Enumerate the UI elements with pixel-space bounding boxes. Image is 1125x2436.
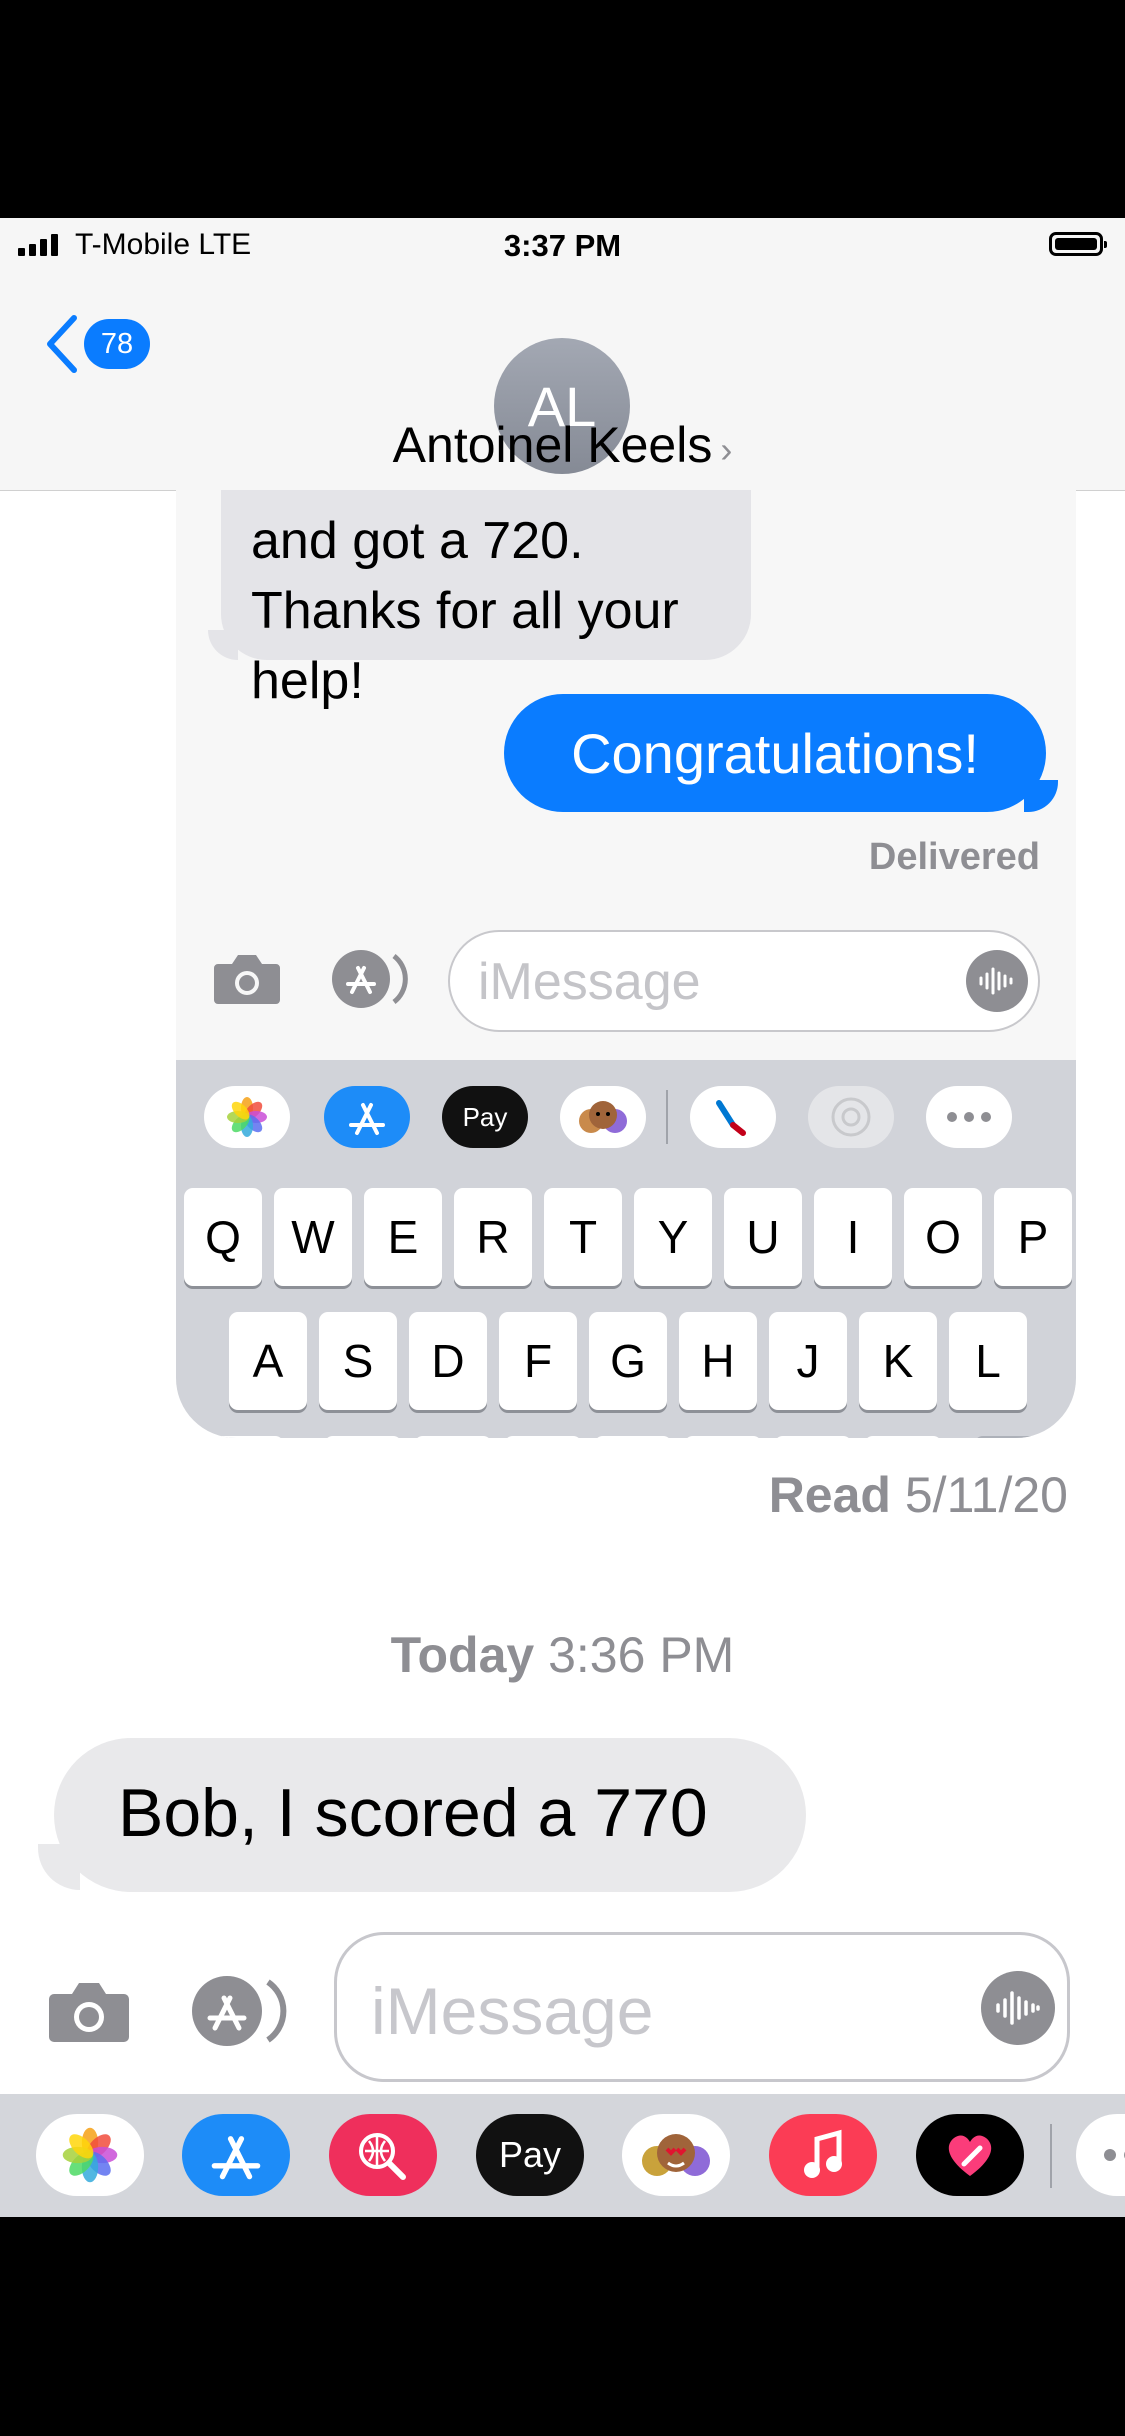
chevron-right-icon: ›: [720, 429, 733, 470]
american-airlines-icon: [690, 1086, 776, 1148]
key-u: U: [724, 1188, 802, 1286]
unread-count-badge: 78: [84, 319, 150, 369]
key-partial: [184, 1436, 284, 1438]
shared-screenshot-image[interactable]: and got a 720. Thanks for all your help!…: [176, 490, 1076, 1438]
more-icon[interactable]: [1076, 2114, 1125, 2196]
screenshot-received-bubble: and got a 720. Thanks for all your help!: [221, 490, 751, 710]
day-label: Today: [390, 1627, 535, 1683]
key-q: Q: [184, 1188, 262, 1286]
key-w: W: [274, 1188, 352, 1286]
imessage-app-tray: Pay: [0, 2094, 1125, 2217]
key-t: T: [544, 1188, 622, 1286]
key-r: R: [454, 1188, 532, 1286]
messages-screen: T-Mobile LTE 3:37 PM 78 AL Antoinel Keel…: [0, 218, 1125, 2217]
key-d: D: [409, 1312, 487, 1410]
key-s: S: [319, 1312, 397, 1410]
battery-icon: [1049, 232, 1107, 256]
timestamp-divider: Today 3:36 PM: [0, 1626, 1125, 1684]
key-e: E: [364, 1188, 442, 1286]
message-input[interactable]: iMessage: [334, 1932, 1070, 2082]
tray-divider: [1050, 2124, 1052, 2188]
key-l: L: [949, 1312, 1027, 1410]
key-partial: [974, 1436, 1074, 1438]
key-j: J: [769, 1312, 847, 1410]
digital-touch-icon[interactable]: [916, 2114, 1024, 2196]
photos-icon[interactable]: [36, 2114, 144, 2196]
apple-pay-icon[interactable]: Pay: [476, 2114, 584, 2196]
camera-icon: [214, 955, 280, 1004]
tray-divider: [666, 1090, 668, 1144]
day-time: 3:36 PM: [548, 1627, 735, 1683]
screenshot-input-placeholder: iMessage: [478, 953, 701, 1011]
screenshot-message-input: iMessage: [448, 930, 1040, 1032]
read-date: 5/11/20: [904, 1467, 1068, 1523]
screenshot-delivered-status: Delivered: [868, 836, 1040, 878]
read-label: Read: [768, 1467, 891, 1523]
key-partial: [504, 1436, 582, 1438]
key-g: G: [589, 1312, 667, 1410]
key-h: H: [679, 1312, 757, 1410]
key-partial: [774, 1436, 852, 1438]
screenshot-received-text: and got a 720. Thanks for all your help!: [251, 512, 679, 710]
key-partial: [684, 1436, 762, 1438]
status-bar: T-Mobile LTE 3:37 PM: [0, 218, 1125, 274]
back-button[interactable]: 78: [44, 314, 150, 374]
key-f: F: [499, 1312, 577, 1410]
apple-pay-label: Pay: [462, 1101, 508, 1132]
audio-waveform-icon[interactable]: [981, 1971, 1055, 2045]
status-time: 3:37 PM: [503, 228, 622, 263]
memoji-icon: [560, 1086, 646, 1148]
app-store-tray-icon[interactable]: [182, 2114, 290, 2196]
contact-name-label: Antoinel Keels: [392, 417, 713, 473]
key-p: P: [994, 1188, 1072, 1286]
screenshot-bubble-tail: [208, 630, 238, 660]
key-k: K: [859, 1312, 937, 1410]
more-icon: [926, 1086, 1012, 1148]
contact-name[interactable]: Antoinel Keels ›: [0, 416, 1125, 474]
app-store-icon: [332, 950, 408, 1008]
screenshot-sent-bubble: Congratulations!: [504, 694, 1046, 812]
key-partial: [864, 1436, 942, 1438]
app-store-icon[interactable]: [190, 1974, 290, 2048]
key-partial: [414, 1436, 492, 1438]
key-i: I: [814, 1188, 892, 1286]
digital-touch-icon: [808, 1086, 894, 1148]
apple-pay-icon: Pay: [442, 1086, 528, 1148]
memoji-icon[interactable]: [622, 2114, 730, 2196]
screenshot-keyboard: Pay Q W E R T Y U I O P A S D F G H J K …: [176, 1060, 1076, 1438]
camera-icon[interactable]: [46, 1978, 132, 2044]
incoming-message-bubble[interactable]: Bob, I scored a 770: [54, 1738, 806, 1892]
key-y: Y: [634, 1188, 712, 1286]
conversation-header: 78 AL Antoinel Keels ›: [0, 274, 1125, 491]
app-store-tray-icon: [324, 1086, 410, 1148]
screenshot-sent-tail: [1024, 780, 1058, 812]
message-input-placeholder: iMessage: [371, 1974, 654, 2048]
read-receipt: Read 5/11/20: [0, 1466, 1068, 1524]
audio-waveform-icon: [966, 950, 1028, 1012]
key-o: O: [904, 1188, 982, 1286]
incoming-message-text: Bob, I scored a 770: [118, 1775, 708, 1851]
music-icon[interactable]: [769, 2114, 877, 2196]
key-a: A: [229, 1312, 307, 1410]
chevron-left-icon: [47, 315, 77, 373]
web-images-icon[interactable]: [329, 2114, 437, 2196]
apple-pay-label: Pay: [498, 2134, 562, 2175]
photos-icon: [204, 1086, 290, 1148]
key-partial: [594, 1436, 672, 1438]
key-partial: [324, 1436, 402, 1438]
